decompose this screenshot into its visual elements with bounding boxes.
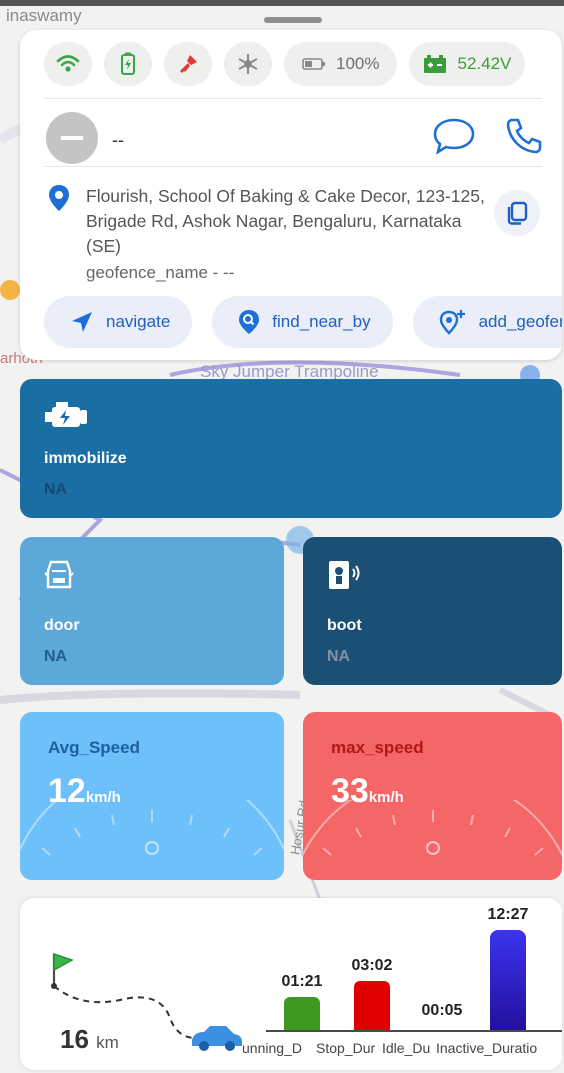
location-search-icon (239, 310, 260, 334)
navigate-arrow-icon (72, 312, 92, 332)
ac-status[interactable] (224, 42, 272, 86)
find-nearby-button[interactable]: find_near_by (212, 296, 393, 348)
divider (44, 98, 542, 99)
drag-handle[interactable] (264, 17, 322, 23)
immobilize-label: immobilize (44, 450, 127, 467)
car-door-icon (44, 560, 74, 589)
bar-category-inactive: Inactive_Duratio (436, 1040, 538, 1056)
trip-distance: 16 km (60, 1024, 119, 1055)
battery-icon (302, 58, 325, 70)
avg-speed-label: Avg_Speed (48, 738, 140, 757)
wifi-icon (56, 55, 80, 72)
map-label: inaswamy (6, 6, 82, 25)
bar-value-inactive: 12:27 (487, 906, 529, 923)
ac-fan-icon (238, 54, 258, 74)
engine-icon (45, 402, 87, 427)
battery-charging-icon (121, 52, 135, 75)
door-label: door (44, 617, 80, 634)
phone-icon[interactable] (504, 116, 544, 156)
navigate-label: navigate (106, 312, 171, 331)
battery-percent: 100% (336, 54, 380, 73)
trip-summary-card[interactable]: 16 km 01:21 03:02 00:05 12:27 unning_D S… (20, 898, 562, 1070)
status-row: 100% 52.42V (44, 42, 526, 86)
voltage-value: 52.42V (457, 54, 512, 73)
address-text: Flourish, School Of Baking & Cake Decor,… (86, 186, 485, 256)
copy-icon (507, 201, 528, 225)
ignition-key-icon (180, 55, 197, 73)
find-nearby-label: find_near_by (272, 312, 371, 331)
navigate-button[interactable]: navigate (44, 296, 193, 348)
avatar (46, 112, 98, 164)
chat-icon[interactable] (432, 116, 476, 156)
voltage-pill[interactable]: 52.42V (409, 42, 526, 86)
action-row: navigate find_near_by add_geofence (44, 296, 562, 348)
add-location-icon (439, 310, 465, 335)
max-speed-tile[interactable]: max_speed 33km/h (303, 712, 562, 880)
car-battery-icon (424, 55, 447, 73)
bar-category-running: unning_D (242, 1040, 302, 1056)
bar-category-stop: Stop_Dur (316, 1040, 376, 1056)
car-boot-icon (329, 561, 360, 589)
bar-value-idle: 00:05 (421, 1002, 463, 1019)
trip-distance-value: 16 (60, 1024, 89, 1054)
location-pin-icon (49, 185, 69, 211)
ignition-status[interactable] (164, 42, 212, 86)
bar-category-idle: Idle_Du (382, 1040, 431, 1056)
battery-percent-pill[interactable]: 100% (284, 42, 398, 86)
bar-value-stop: 03:02 (351, 956, 393, 974)
bar-value-running: 01:21 (281, 973, 323, 991)
door-value: NA (44, 648, 68, 665)
bar-inactive[interactable] (490, 930, 526, 1030)
speed-gauge-graphic (20, 800, 284, 856)
divider (44, 166, 542, 167)
trip-distance-unit: km (96, 1033, 119, 1052)
bar-running[interactable] (284, 997, 320, 1030)
wifi-status[interactable] (44, 42, 92, 86)
battery-charging-status[interactable] (104, 42, 152, 86)
speed-gauge-graphic (303, 800, 562, 857)
boot-value: NA (327, 648, 351, 665)
driver-name: -- (112, 130, 124, 150)
vehicle-info-card: 100% 52.42V -- Flourish, School Of Bakin… (20, 30, 562, 360)
boot-tile[interactable]: boot NA (303, 537, 562, 685)
bar-stop[interactable] (354, 980, 390, 1030)
chart-baseline (266, 1030, 562, 1032)
door-tile[interactable]: door NA (20, 537, 284, 685)
avg-speed-tile[interactable]: Avg_Speed 12km/h (20, 712, 284, 880)
immobilize-value: NA (44, 481, 68, 498)
copy-address-button[interactable] (494, 190, 540, 236)
boot-label: boot (327, 617, 362, 634)
max-speed-label: max_speed (331, 738, 424, 757)
add-geofence-label: add_geofence (478, 312, 562, 331)
geofence-name: geofence_name - -- (86, 263, 235, 282)
car-icon (192, 1026, 242, 1051)
add-geofence-button[interactable]: add_geofence (412, 296, 562, 348)
immobilize-tile[interactable]: immobilize NA (20, 379, 562, 518)
top-status-strip (0, 0, 564, 6)
